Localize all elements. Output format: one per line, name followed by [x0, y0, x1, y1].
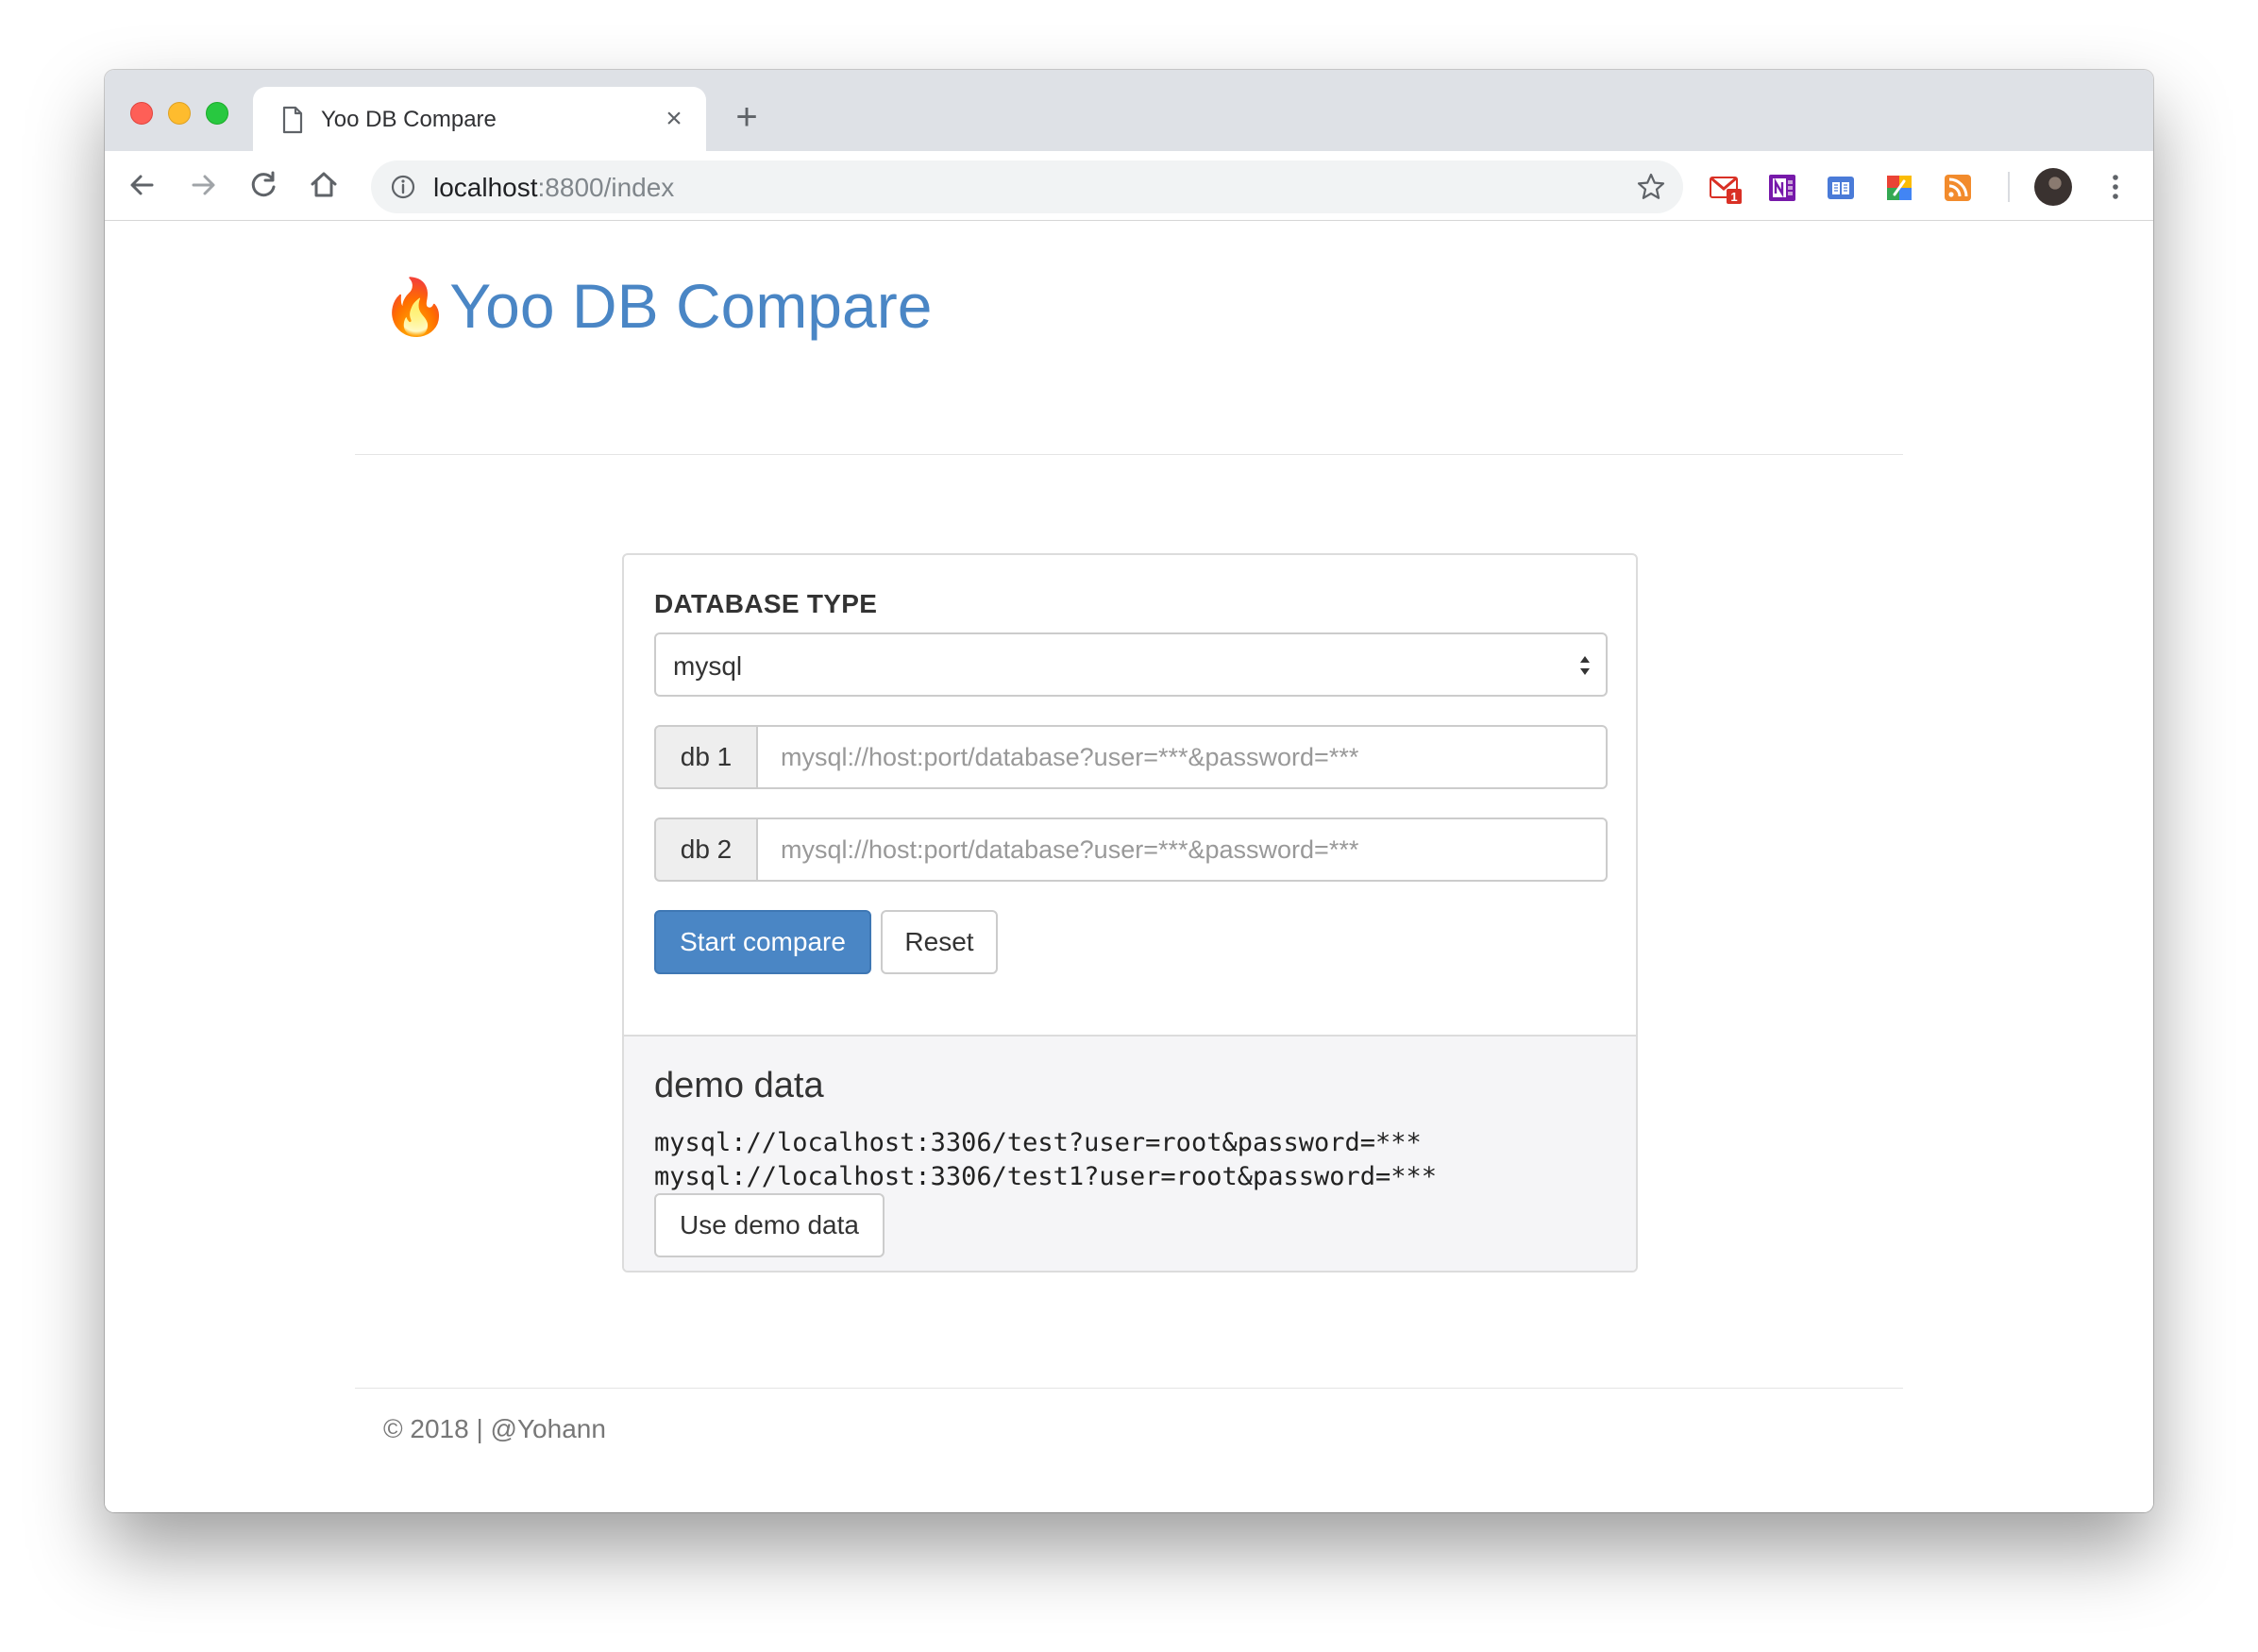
- bookmark-star-icon[interactable]: [1636, 172, 1666, 202]
- database-type-select[interactable]: mysql: [654, 632, 1608, 697]
- demo-data-title: demo data: [654, 1066, 824, 1105]
- colorful-extension-icon[interactable]: [1883, 172, 1915, 204]
- maximize-window-button[interactable]: [206, 102, 228, 125]
- page-title[interactable]: 🔥Yoo DB Compare: [381, 268, 932, 345]
- url-path: :8800/index: [537, 173, 675, 202]
- start-compare-button[interactable]: Start compare: [654, 910, 871, 974]
- close-tab-icon[interactable]: ×: [659, 104, 689, 134]
- fire-icon: 🔥: [381, 275, 450, 339]
- demo-data-section: demo data mysql://localhost:3306/test?us…: [624, 1035, 1636, 1271]
- compare-panel: DATABASE TYPE mysql db 1 mysql://host:po…: [622, 553, 1638, 1273]
- url-host: localhost: [433, 173, 538, 202]
- info-icon[interactable]: [390, 174, 416, 200]
- more-menu-icon[interactable]: [2106, 168, 2125, 206]
- copyright-text: © 2018 | @Yohann: [383, 1414, 606, 1443]
- db1-label: db 1: [654, 725, 758, 789]
- db2-input[interactable]: mysql://host:port/database?user=***&pass…: [756, 818, 1608, 882]
- database-type-value: mysql: [673, 651, 743, 681]
- home-icon: [311, 172, 337, 197]
- new-tab-button[interactable]: +: [728, 98, 766, 136]
- use-demo-data-button[interactable]: Use demo data: [654, 1193, 885, 1257]
- reset-button[interactable]: Reset: [881, 910, 998, 974]
- browser-toolbar: localhost:8800/index 1: [105, 151, 2153, 221]
- profile-avatar[interactable]: [2034, 168, 2072, 206]
- tab-title: Yoo DB Compare: [321, 107, 497, 132]
- arrow-left-icon: [130, 175, 154, 195]
- toolbar-divider: [2008, 172, 2010, 202]
- page-header: 🔥Yoo DB Compare: [355, 221, 1903, 455]
- db2-label: db 2: [654, 818, 758, 882]
- rss-icon[interactable]: [1942, 172, 1974, 204]
- page-content: 🔥Yoo DB Compare DATABASE TYPE mysql db 1…: [105, 221, 2153, 1512]
- db1-input-group: db 1 mysql://host:port/database?user=***…: [654, 725, 1608, 789]
- minimize-window-button[interactable]: [168, 102, 191, 125]
- arrow-right-icon: [192, 175, 215, 195]
- compare-form: DATABASE TYPE mysql db 1 mysql://host:po…: [624, 555, 1636, 1035]
- close-window-button[interactable]: [130, 102, 153, 125]
- browser-window: Yoo DB Compare × + localhost:8800/index …: [105, 70, 2153, 1512]
- document-icon: [282, 106, 303, 134]
- database-type-label: DATABASE TYPE: [654, 589, 878, 618]
- demo-url-1: mysql://localhost:3306/test?user=root&pa…: [654, 1128, 1422, 1157]
- demo-url-2: mysql://localhost:3306/test1?user=root&p…: [654, 1162, 1438, 1191]
- page-footer: © 2018 | @Yohann: [355, 1388, 1903, 1482]
- page-title-text: Yoo DB Compare: [449, 271, 933, 341]
- db1-input[interactable]: mysql://host:port/database?user=***&pass…: [756, 725, 1608, 789]
- reload-button[interactable]: [243, 164, 284, 206]
- address-bar[interactable]: localhost:8800/index: [371, 160, 1683, 213]
- onenote-icon[interactable]: [1766, 172, 1798, 204]
- select-arrows-icon: [1580, 656, 1590, 675]
- tab-strip: Yoo DB Compare × +: [105, 70, 2153, 151]
- gmail-badge: 1: [1730, 190, 1737, 204]
- forward-button[interactable]: [182, 164, 224, 206]
- reader-icon[interactable]: [1825, 172, 1857, 204]
- back-button[interactable]: [122, 164, 163, 206]
- url-text[interactable]: localhost:8800/index: [433, 173, 674, 203]
- home-button[interactable]: [303, 164, 345, 206]
- tab-yoo-db-compare[interactable]: Yoo DB Compare ×: [253, 87, 706, 151]
- reload-icon: [251, 171, 276, 197]
- db2-input-group: db 2 mysql://host:port/database?user=***…: [654, 818, 1608, 882]
- gmail-icon[interactable]: 1: [1710, 172, 1742, 204]
